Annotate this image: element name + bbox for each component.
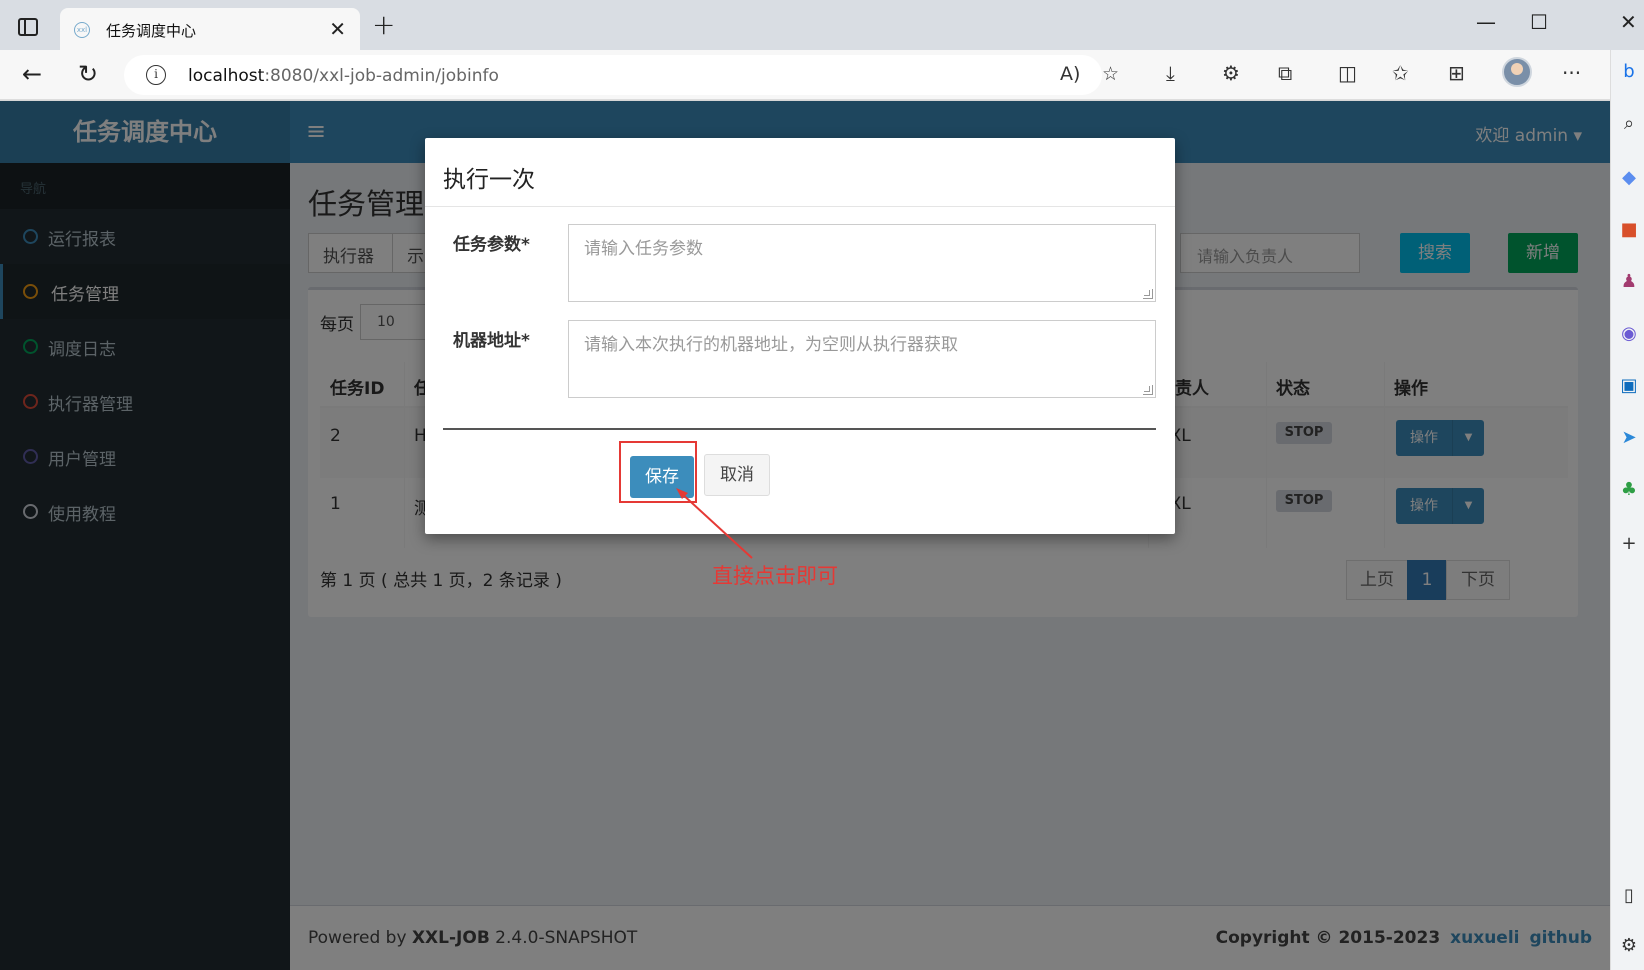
games-icon[interactable]: ♟ bbox=[1619, 272, 1639, 292]
window-close-icon[interactable]: ✕ bbox=[1620, 10, 1637, 34]
split-screen-icon[interactable]: ◫ bbox=[1338, 61, 1357, 85]
settings-icon[interactable]: ⚙ bbox=[1619, 936, 1639, 956]
favorites-icon[interactable]: ✩ bbox=[1392, 61, 1409, 85]
browser-tab-bar: xxl 任务调度中心 ✕ + — ☐ ✕ bbox=[0, 0, 1644, 50]
modal-title: 执行一次 bbox=[443, 167, 535, 193]
new-tab-button[interactable]: + bbox=[372, 8, 395, 41]
address-label: 机器地址* bbox=[453, 331, 530, 351]
highlight-box bbox=[619, 441, 697, 503]
browser-tab[interactable]: xxl 任务调度中心 ✕ bbox=[60, 8, 360, 50]
trigger-modal: 执行一次 任务参数* 请输入任务参数 机器地址* 请输入本次执行的机器地址，为空… bbox=[425, 138, 1175, 534]
downloads-icon[interactable]: ⤓ bbox=[1166, 61, 1175, 85]
search-icon[interactable]: ⌕ bbox=[1619, 114, 1639, 134]
copilot-icon[interactable]: ◉ bbox=[1619, 324, 1639, 344]
maximize-icon[interactable]: ☐ bbox=[1530, 10, 1548, 34]
favorite-add-icon[interactable]: ☆ bbox=[1102, 63, 1119, 85]
briefcase-icon[interactable]: ■ bbox=[1619, 220, 1639, 240]
param-label: 任务参数* bbox=[453, 235, 530, 255]
tag-icon[interactable]: ◆ bbox=[1619, 168, 1639, 188]
tab-close-icon[interactable]: ✕ bbox=[329, 17, 346, 41]
param-placeholder: 请输入任务参数 bbox=[584, 239, 703, 259]
annotation-text: 直接点击即可 bbox=[712, 564, 838, 588]
address-placeholder: 请输入本次执行的机器地址，为空则从执行器获取 bbox=[584, 335, 958, 355]
add-icon[interactable]: + bbox=[1619, 534, 1639, 554]
tree-icon[interactable]: ♣ bbox=[1619, 480, 1639, 500]
read-aloud-icon[interactable]: A) bbox=[1060, 63, 1080, 85]
param-textarea[interactable]: 请输入任务参数 bbox=[568, 224, 1156, 302]
refresh-icon[interactable]: ↻ bbox=[78, 60, 98, 88]
divider bbox=[443, 428, 1156, 430]
sidebar-toggle-icon[interactable]: ▯ bbox=[1619, 886, 1639, 906]
divider bbox=[425, 206, 1175, 207]
tab-actions-icon[interactable] bbox=[18, 18, 38, 36]
resize-grip-icon[interactable] bbox=[1143, 289, 1153, 299]
extensions-icon[interactable]: ⧉ bbox=[1278, 61, 1292, 85]
address-textarea[interactable]: 请输入本次执行的机器地址，为空则从执行器获取 bbox=[568, 320, 1156, 398]
profile-avatar-icon[interactable] bbox=[1502, 57, 1532, 87]
cancel-button[interactable]: 取消 bbox=[704, 454, 770, 496]
address-toolbar: ← ↻ i localhost:8080/xxl-job-admin/jobin… bbox=[0, 50, 1610, 100]
more-icon[interactable]: ··· bbox=[1562, 61, 1581, 85]
bing-icon[interactable]: b bbox=[1619, 62, 1639, 82]
tab-title: 任务调度中心 bbox=[106, 22, 197, 40]
site-info-icon[interactable]: i bbox=[146, 65, 166, 85]
back-icon[interactable]: ← bbox=[22, 60, 42, 88]
collections-icon[interactable]: ⊞ bbox=[1448, 61, 1465, 85]
favicon-icon: xxl bbox=[74, 22, 90, 38]
edge-sidebar: b ⌕ ◆ ■ ♟ ◉ ▣ ➤ ♣ + ▯ ⚙ bbox=[1610, 50, 1644, 970]
send-icon[interactable]: ➤ bbox=[1619, 428, 1639, 448]
extension-icon[interactable]: ⚙ bbox=[1222, 61, 1240, 85]
address-bar[interactable]: i localhost:8080/xxl-job-admin/jobinfo A… bbox=[124, 55, 1119, 95]
resize-grip-icon[interactable] bbox=[1143, 385, 1153, 395]
url-text[interactable]: localhost:8080/xxl-job-admin/jobinfo bbox=[188, 66, 499, 86]
minimize-icon[interactable]: — bbox=[1476, 10, 1496, 34]
outlook-icon[interactable]: ▣ bbox=[1619, 376, 1639, 396]
